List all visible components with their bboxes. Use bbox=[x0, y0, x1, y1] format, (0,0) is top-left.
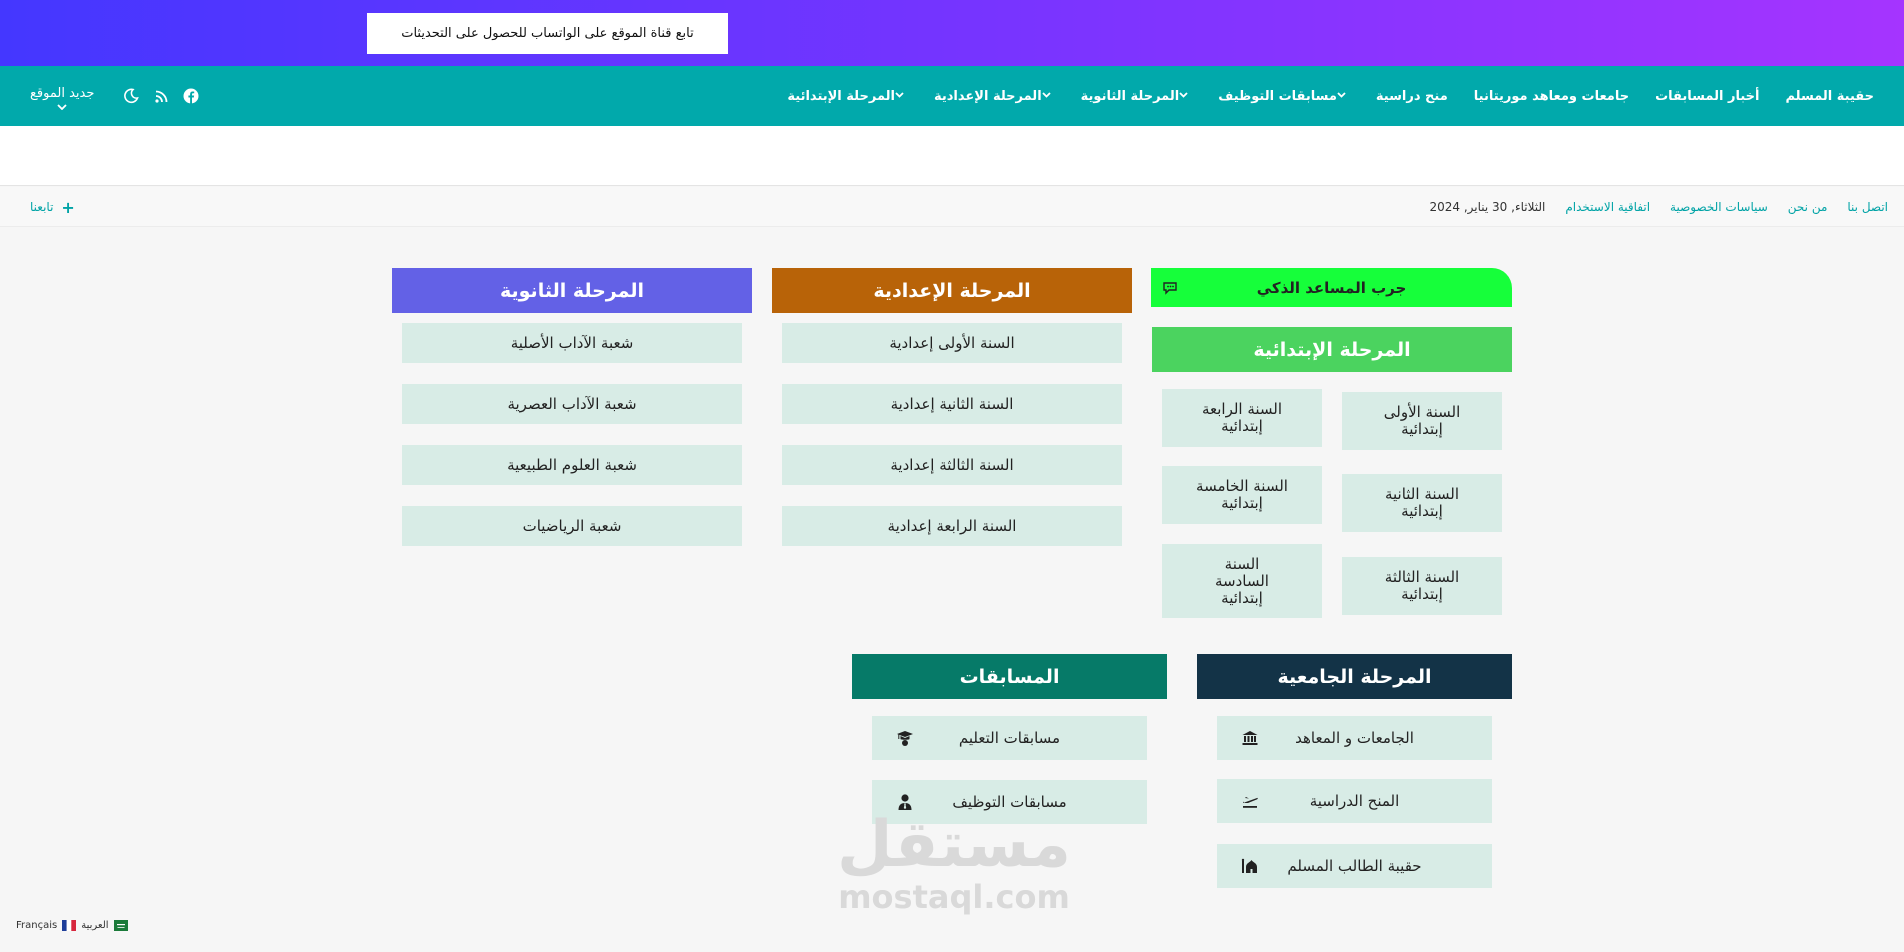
nav-item-label: المرحلة الإعدادية bbox=[934, 88, 1042, 104]
rss-icon[interactable] bbox=[150, 85, 172, 107]
nav-item-label: المرحلة الثانوية bbox=[1080, 88, 1180, 104]
watermark-arabic: مستقل bbox=[836, 808, 1072, 882]
nav-item-label: أخبار المسابقات bbox=[1655, 88, 1760, 104]
nav-menu: المرحلة الإبتدائية المرحلة الإعدادية الم… bbox=[761, 66, 1874, 126]
primary-year-button[interactable]: السنة الأولى إبتدائية bbox=[1342, 392, 1502, 450]
primary-year-button[interactable]: السنة السادسة إبتدائية bbox=[1162, 544, 1322, 618]
middle-year-button[interactable]: السنة الثالثة إعدادية bbox=[782, 445, 1122, 485]
secondary-stage-header: المرحلة الثانوية bbox=[392, 268, 752, 313]
chat-bubble-icon bbox=[1161, 279, 1179, 297]
top-links: الثلاثاء, 30 يناير, 2024 اتفاقية الاستخد… bbox=[1409, 187, 1888, 227]
ad-strip bbox=[0, 126, 1904, 186]
about-link[interactable]: من نحن bbox=[1788, 200, 1828, 214]
nav-item-label: المرحلة الإبتدائية bbox=[787, 88, 895, 104]
whatsapp-channel-button[interactable]: تابع قناة الموقع على الواتساب للحصول على… bbox=[367, 13, 728, 54]
nav-item-scholarships[interactable]: منح دراسية bbox=[1376, 89, 1448, 104]
scholarships-button[interactable]: المنح الدراسية bbox=[1217, 779, 1492, 823]
nav-tools: جديد الموقع bbox=[30, 66, 210, 126]
university-icon bbox=[1241, 729, 1259, 747]
nav-item-label: منح دراسية bbox=[1375, 88, 1448, 104]
middle-year-button[interactable]: السنة الأولى إعدادية bbox=[782, 323, 1122, 363]
chevron-down-icon bbox=[1179, 91, 1188, 101]
nav-item-competition-news[interactable]: أخبار المسابقات bbox=[1655, 89, 1759, 104]
nav-item-label: حقيبة المسلم bbox=[1785, 88, 1874, 104]
secondary-branch-button[interactable]: شعبة الآداب الأصلية bbox=[402, 323, 742, 363]
chevron-down-icon bbox=[1337, 91, 1346, 101]
secondary-branch-button[interactable]: شعبة العلوم الطبيعية bbox=[402, 445, 742, 485]
nav-item-secondary[interactable]: المرحلة الثانوية bbox=[1081, 89, 1193, 104]
site-new-dropdown[interactable]: جديد الموقع bbox=[30, 85, 95, 110]
secondary-branch-button[interactable]: شعبة الرياضيات bbox=[402, 506, 742, 546]
middle-stage-header: المرحلة الإعدادية bbox=[772, 268, 1132, 313]
site-new-label: جديد الموقع bbox=[30, 85, 95, 101]
mosque-icon bbox=[1241, 857, 1259, 875]
main-nav: المرحلة الإبتدائية المرحلة الإعدادية الم… bbox=[0, 66, 1904, 126]
chevron-down-icon bbox=[57, 102, 67, 113]
language-arabic[interactable]: العربية bbox=[81, 920, 108, 931]
chevron-down-icon bbox=[895, 91, 904, 101]
nav-item-label: مسابقات التوظيف bbox=[1218, 88, 1337, 104]
primary-year-button[interactable]: السنة الرابعة إبتدائية bbox=[1162, 389, 1322, 447]
nav-item-employment[interactable]: مسابقات التوظيف bbox=[1218, 89, 1350, 104]
education-competitions-button[interactable]: مسابقات التعليم bbox=[872, 716, 1147, 760]
ai-assistant-button[interactable]: جرب المساعد الذكي bbox=[1151, 268, 1512, 307]
nav-item-universities[interactable]: جامعات ومعاهد موريتانيا bbox=[1474, 89, 1629, 104]
ai-assistant-label: جرب المساعد الذكي bbox=[1256, 278, 1407, 297]
france-flag-icon[interactable] bbox=[62, 920, 77, 931]
chevron-down-icon bbox=[1042, 91, 1051, 101]
nav-item-muslim-bag[interactable]: حقيبة المسلم bbox=[1785, 89, 1874, 104]
nav-item-middle[interactable]: المرحلة الإعدادية bbox=[934, 89, 1055, 104]
secondary-bar: الثلاثاء, 30 يناير, 2024 اتفاقية الاستخد… bbox=[0, 187, 1904, 227]
saudi-flag-icon[interactable] bbox=[113, 920, 128, 931]
graduation-cap-icon bbox=[896, 729, 914, 747]
plus-icon: + bbox=[61, 197, 75, 217]
privacy-link[interactable]: سياسات الخصوصية bbox=[1670, 200, 1768, 214]
language-switcher: Français العربية bbox=[16, 920, 133, 931]
moon-icon[interactable] bbox=[120, 85, 142, 107]
watermark-latin: mostaql.com bbox=[838, 878, 1070, 916]
nav-item-primary[interactable]: المرحلة الإبتدائية bbox=[787, 89, 908, 104]
middle-year-button[interactable]: السنة الثانية إعدادية bbox=[782, 384, 1122, 424]
university-stage-header: المرحلة الجامعية bbox=[1197, 654, 1512, 699]
primary-stage-header: المرحلة الإبتدائية bbox=[1152, 327, 1512, 372]
language-french[interactable]: Français bbox=[16, 920, 57, 931]
primary-year-button[interactable]: السنة الثانية إبتدائية bbox=[1342, 474, 1502, 532]
current-date: الثلاثاء, 30 يناير, 2024 bbox=[1429, 200, 1546, 214]
plane-icon bbox=[1241, 792, 1259, 810]
primary-year-button[interactable]: السنة الثالثة إبتدائية bbox=[1342, 557, 1502, 615]
facebook-icon[interactable] bbox=[180, 85, 202, 107]
middle-year-button[interactable]: السنة الرابعة إعدادية bbox=[782, 506, 1122, 546]
nav-item-label: جامعات ومعاهد موريتانيا bbox=[1473, 88, 1630, 104]
follow-us-button[interactable]: تابعنا + bbox=[30, 187, 75, 227]
terms-link[interactable]: اتفاقية الاستخدام bbox=[1565, 200, 1650, 214]
muslim-student-bag-button[interactable]: حقيبة الطالب المسلم bbox=[1217, 844, 1492, 888]
contact-link[interactable]: اتصل بنا bbox=[1847, 200, 1888, 214]
competitions-header: المسابقات bbox=[852, 654, 1167, 699]
secondary-branch-button[interactable]: شعبة الآداب العصرية bbox=[402, 384, 742, 424]
primary-year-button[interactable]: السنة الخامسة إبتدائية bbox=[1162, 466, 1322, 524]
follow-label: تابعنا bbox=[30, 200, 54, 214]
mostaql-watermark: مستقل mostaql.com bbox=[834, 810, 1074, 914]
universities-button[interactable]: الجامعات و المعاهد bbox=[1217, 716, 1492, 760]
top-banner: تابع قناة الموقع على الواتساب للحصول على… bbox=[0, 0, 1904, 66]
